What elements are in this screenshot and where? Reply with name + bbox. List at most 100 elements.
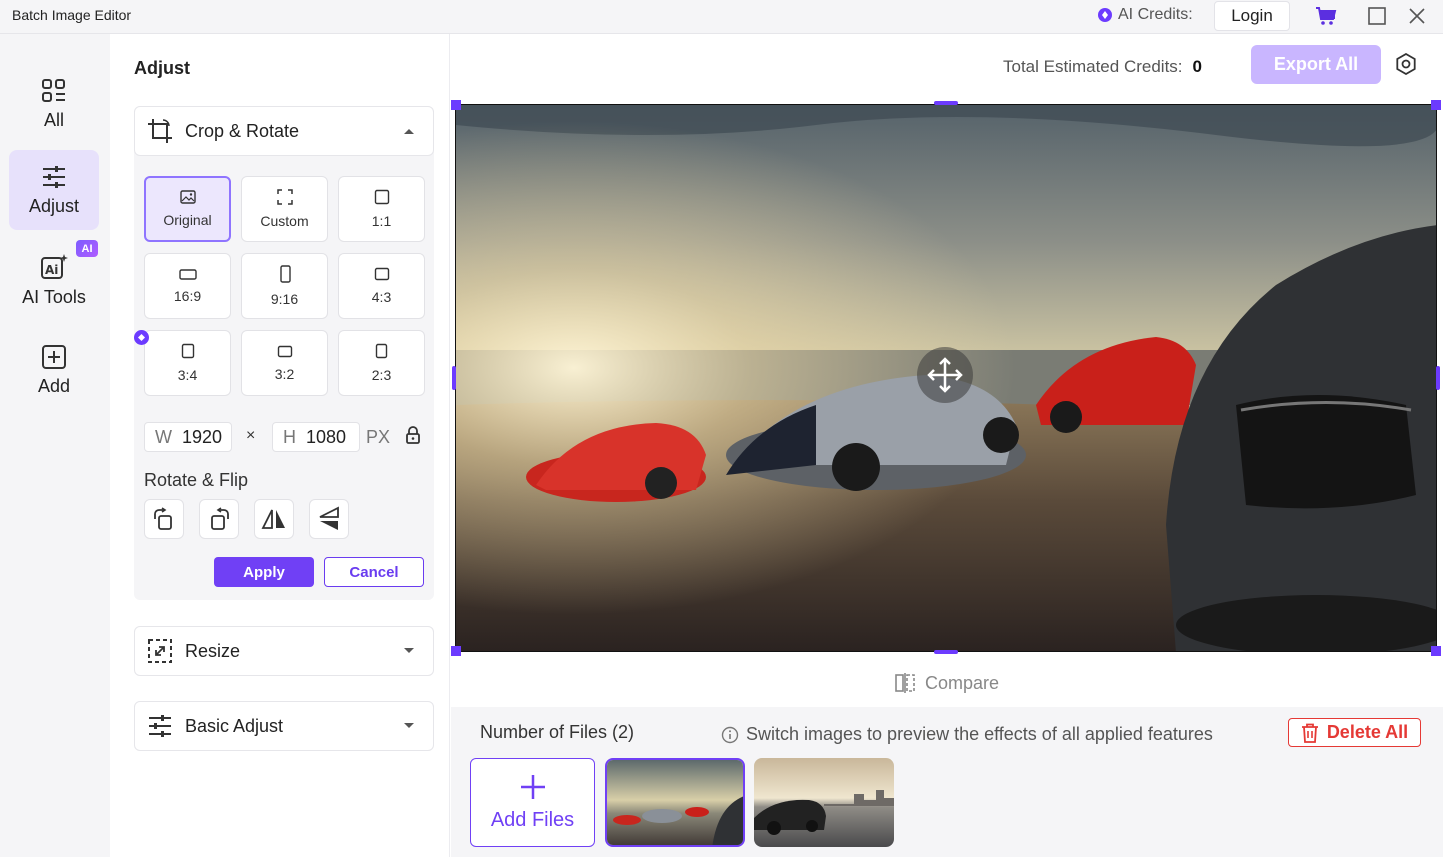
ratio-label: 1:1 [371, 213, 392, 229]
file-thumbnail[interactable] [754, 758, 894, 847]
crop-handle-bottom-right[interactable] [1431, 646, 1441, 656]
svg-text:Ai: Ai [45, 263, 58, 277]
basic-adjust-header[interactable]: Basic Adjust [134, 701, 434, 751]
compare-icon [895, 673, 915, 693]
wide-rect-icon [178, 269, 197, 280]
total-estimated-credits: Total Estimated Credits: 0 [1003, 57, 1202, 77]
basic-adjust-section: Basic Adjust [134, 701, 434, 751]
total-credits-label: Total Estimated Credits: [1003, 57, 1183, 76]
ratio-label: 3:4 [177, 367, 198, 383]
lock-icon[interactable] [406, 426, 420, 444]
height-field[interactable]: H 1080 [272, 422, 360, 452]
files-bar: Number of Files (2) Switch images to pre… [451, 707, 1443, 857]
ai-credits[interactable]: AI Credits: [1098, 6, 1193, 24]
crop-handle-top-right[interactable] [1431, 100, 1441, 110]
grid-icon [42, 78, 65, 102]
settings-icon[interactable] [1395, 53, 1417, 75]
flip-horizontal-button[interactable] [254, 499, 294, 539]
resize-section: Resize [134, 626, 434, 676]
ratio-label: 4:3 [371, 289, 392, 305]
apply-button[interactable]: Apply [214, 557, 314, 587]
ratio-3-4[interactable]: 3:4 [144, 330, 231, 396]
crop-icon [148, 119, 172, 143]
width-field[interactable]: W 1920 [144, 422, 232, 452]
close-icon[interactable] [1406, 5, 1428, 27]
add-files-button[interactable]: Add Files [470, 758, 595, 847]
custom-crop-icon [276, 189, 293, 205]
rail-item-all[interactable]: All [9, 64, 99, 144]
flip-vertical-icon [319, 506, 339, 530]
chevron-down-icon [404, 723, 414, 728]
panel-title: Adjust [134, 58, 190, 78]
width-label: W [155, 426, 172, 447]
crop-rotate-section: Crop & Rotate Original Custom 1:1 16:9 9… [134, 106, 434, 600]
compare-button[interactable]: Compare [895, 672, 999, 694]
total-credits-value: 0 [1192, 57, 1202, 76]
rail-item-label: Adjust [28, 195, 80, 216]
adjust-panel: Adjust Crop & Rotate Original Custom 1:1… [110, 34, 450, 857]
ratio-label: Original [163, 212, 212, 228]
chevron-down-icon [404, 648, 414, 653]
ai-credit-gem-icon [1098, 8, 1112, 22]
crop-handle-right[interactable] [1436, 366, 1440, 390]
ai-tools-icon: Ai [41, 253, 68, 279]
ratio-label: Custom [260, 213, 309, 229]
ratio-2-3[interactable]: 2:3 [338, 330, 425, 396]
rail-item-add[interactable]: Add [9, 330, 99, 410]
info-icon [721, 726, 739, 743]
ratio-label: 2:3 [371, 367, 392, 383]
rect-3-4-icon [181, 343, 194, 359]
hint-text: Switch images to preview the effects of … [746, 724, 1213, 744]
app-title: Batch Image Editor [12, 7, 132, 23]
ratio-custom[interactable]: Custom [241, 176, 328, 242]
move-icon[interactable] [917, 347, 973, 403]
height-value: 1080 [306, 426, 347, 447]
times-sign: × [246, 427, 256, 444]
ratio-9-16[interactable]: 9:16 [241, 253, 328, 319]
basic-adjust-title: Basic Adjust [185, 715, 284, 736]
add-files-label: Add Files [490, 809, 575, 831]
ai-credits-label: AI Credits: [1118, 6, 1193, 23]
ratio-label: 9:16 [270, 291, 299, 307]
cancel-button[interactable]: Cancel [324, 557, 424, 587]
tall-rect-icon [279, 265, 291, 283]
plus-square-icon [42, 344, 66, 369]
chevron-up-icon [404, 129, 414, 134]
rotate-left-button[interactable] [199, 499, 239, 539]
flip-horizontal-icon [261, 509, 285, 529]
login-button[interactable]: Login [1214, 1, 1290, 31]
crop-rotate-header[interactable]: Crop & Rotate [134, 106, 434, 156]
delete-all-button[interactable]: Delete All [1288, 718, 1421, 747]
ratio-label: 16:9 [173, 288, 202, 304]
ratio-16-9[interactable]: 16:9 [144, 253, 231, 319]
image-canvas[interactable] [451, 100, 1441, 656]
crop-handle-left[interactable] [452, 366, 456, 390]
rect-4-3-icon [374, 267, 389, 281]
ratio-3-2[interactable]: 3:2 [241, 330, 328, 396]
rail-item-label: Add [37, 375, 71, 396]
file-thumbnail[interactable] [605, 758, 745, 847]
cart-icon[interactable] [1315, 5, 1337, 27]
ratio-1-1[interactable]: 1:1 [338, 176, 425, 242]
rotate-right-icon [154, 507, 172, 530]
ratio-original[interactable]: Original [144, 176, 231, 242]
export-all-button[interactable]: Export All [1251, 45, 1381, 84]
rotate-right-button[interactable] [144, 499, 184, 539]
plus-icon [520, 775, 545, 799]
trash-icon [1301, 723, 1318, 743]
resize-header[interactable]: Resize [134, 626, 434, 676]
crop-rotate-title: Crop & Rotate [185, 120, 300, 141]
delete-all-label: Delete All [1326, 722, 1409, 742]
files-hint: Switch images to preview the effects of … [721, 724, 1213, 745]
rotate-left-icon [211, 507, 229, 530]
ratio-4-3[interactable]: 4:3 [338, 253, 425, 319]
feature-marker-icon [134, 330, 149, 345]
crop-handle-bottom-left[interactable] [451, 646, 461, 656]
crop-handle-top-left[interactable] [451, 100, 461, 110]
unit-label: PX [366, 427, 391, 447]
maximize-icon[interactable] [1366, 5, 1388, 27]
crop-handle-bottom[interactable] [934, 650, 958, 654]
rail-item-adjust[interactable]: Adjust [9, 150, 99, 230]
flip-vertical-button[interactable] [309, 499, 349, 539]
crop-handle-top[interactable] [934, 101, 958, 105]
